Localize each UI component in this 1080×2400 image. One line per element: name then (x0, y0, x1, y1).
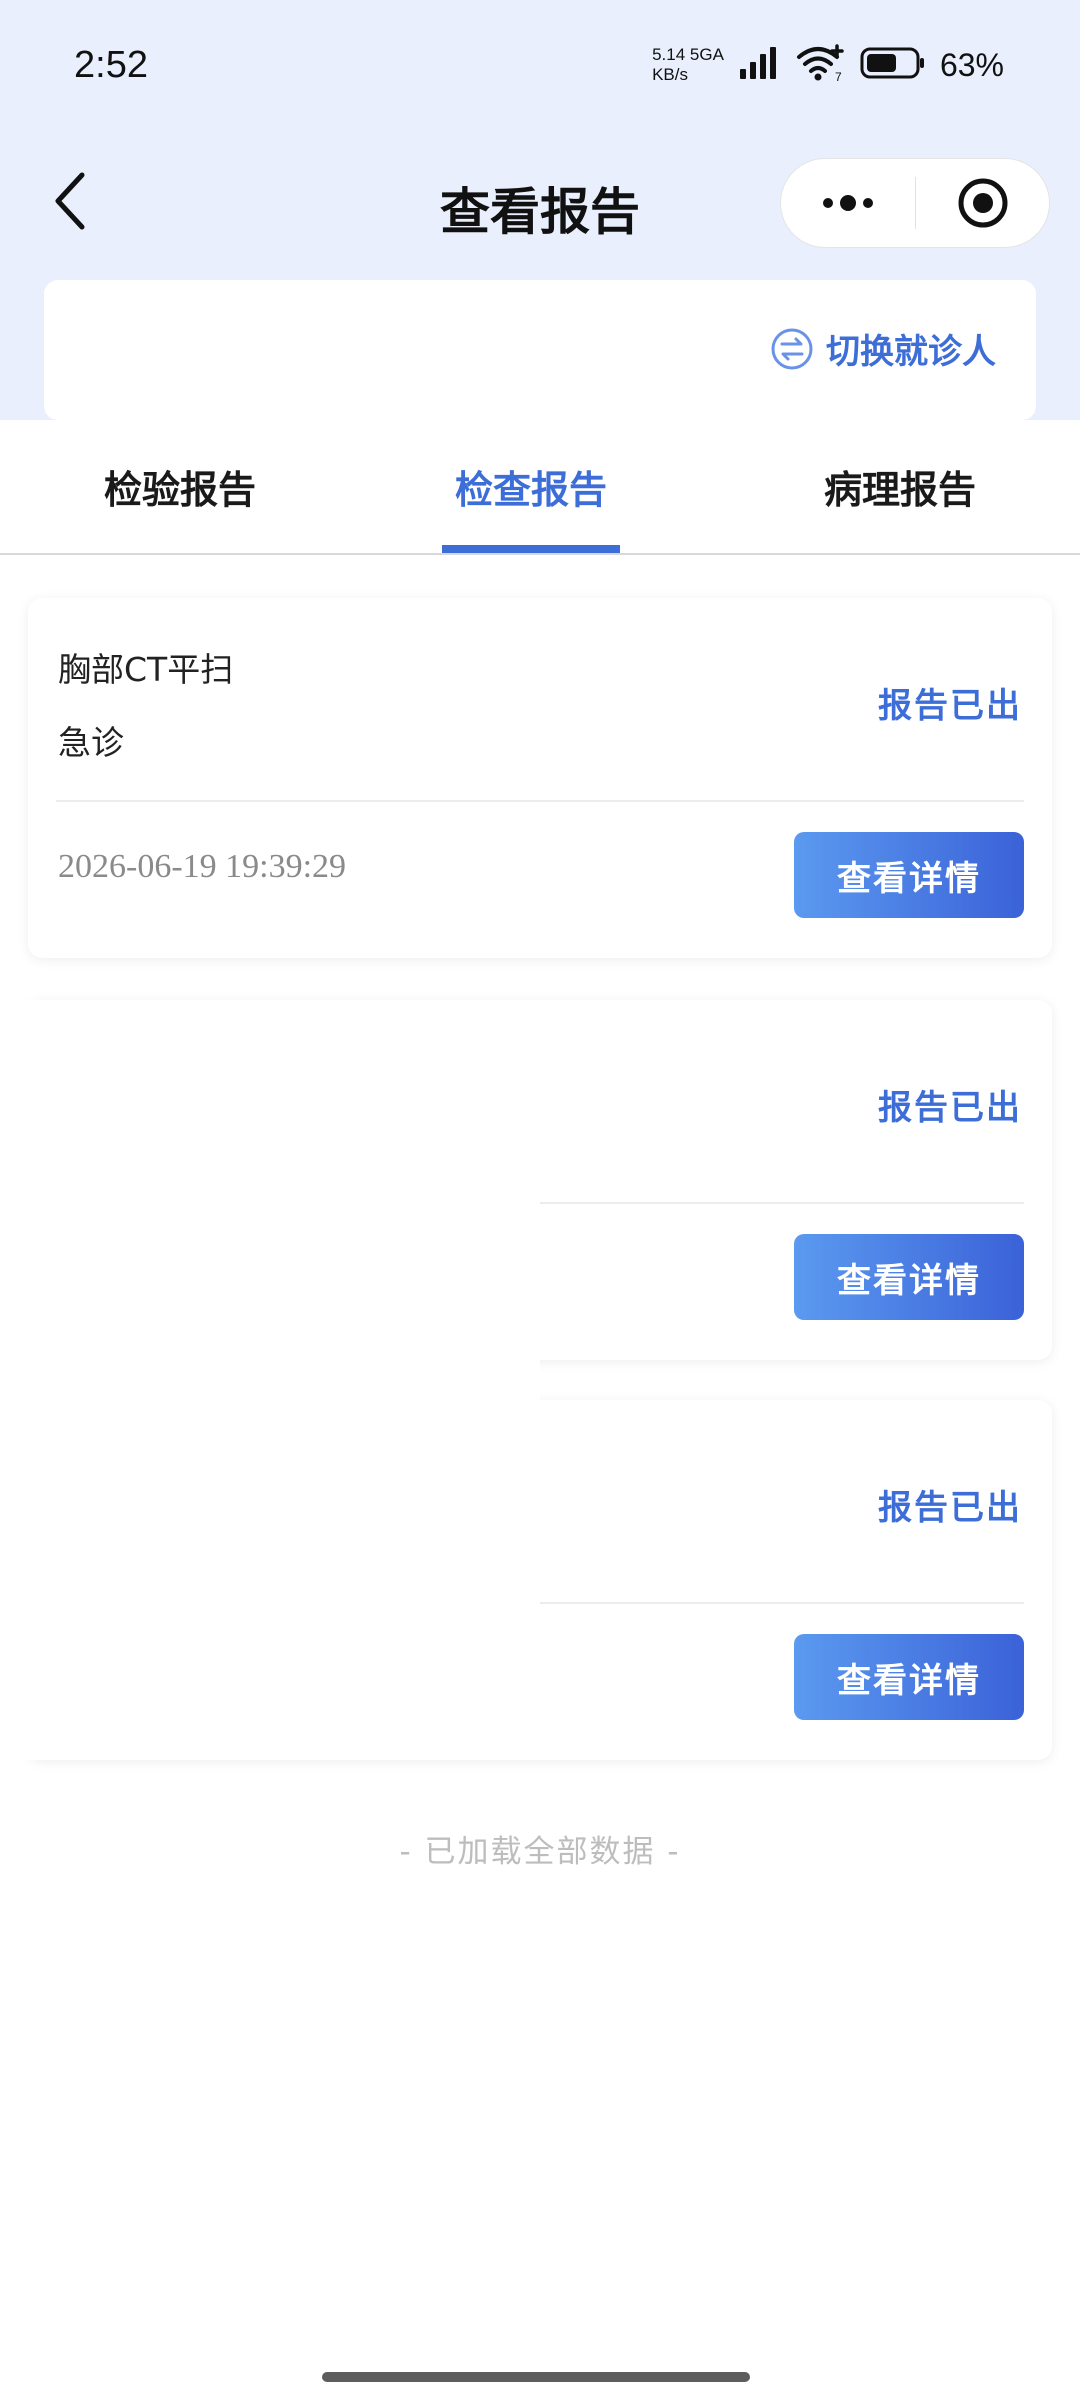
report-time: 2026-06-19 19:39:29 (58, 848, 347, 885)
status-time: 2:52 (74, 44, 148, 86)
close-miniprogram-button[interactable] (916, 159, 1049, 247)
network-type: 5GA (689, 45, 724, 64)
switch-patient-button[interactable]: 切换就诊人 (770, 324, 996, 373)
view-detail-button[interactable]: 查看详情 (794, 1234, 1024, 1320)
switch-patient-label: 切换就诊人 (826, 332, 996, 372)
more-button[interactable] (781, 159, 915, 247)
report-status: 报告已出 (878, 1088, 1022, 1128)
report-tabs: 检验报告 检查报告 病理报告 (0, 420, 1080, 555)
battery-percent: 63% (939, 46, 1004, 83)
patient-card: 切换就诊人 (44, 280, 1036, 420)
view-detail-button[interactable]: 查看详情 (794, 832, 1024, 918)
view-detail-button[interactable]: 查看详情 (794, 1634, 1024, 1720)
report-status: 报告已出 (878, 686, 1022, 726)
report-name: 胸部CT平扫 (58, 650, 234, 689)
more-dots-icon (823, 195, 873, 211)
home-indicator[interactable] (322, 2372, 750, 2382)
tab-lab-report[interactable]: 检验报告 (60, 420, 300, 553)
card-divider (56, 800, 1024, 802)
wifi-icon: 7 (796, 43, 846, 87)
target-icon (958, 178, 1007, 228)
status-icons: 5.14 5GA KB/s 7 63% (652, 40, 1004, 90)
report-department: 急诊 (58, 723, 124, 762)
redaction-mask (0, 1360, 540, 1760)
swap-icon (771, 328, 813, 369)
miniprogram-capsule (780, 158, 1050, 248)
redaction-mask (0, 1000, 540, 1360)
battery-icon (860, 46, 926, 84)
tab-exam-report[interactable]: 检查报告 (420, 420, 642, 553)
report-card[interactable]: 胸部CT平扫 急诊 报告已出 2026-06-19 19:39:29 查看详情 (28, 598, 1052, 958)
active-tab-indicator (442, 545, 620, 553)
svg-text:7: 7 (835, 70, 842, 83)
list-end-note: - 已加载全部数据 - (399, 1834, 681, 1870)
signal-icon (738, 45, 782, 85)
report-status: 报告已出 (878, 1488, 1022, 1528)
network-speed: 5.14 5GA KB/s (652, 45, 724, 84)
tab-pathology-report[interactable]: 病理报告 (780, 420, 1020, 553)
